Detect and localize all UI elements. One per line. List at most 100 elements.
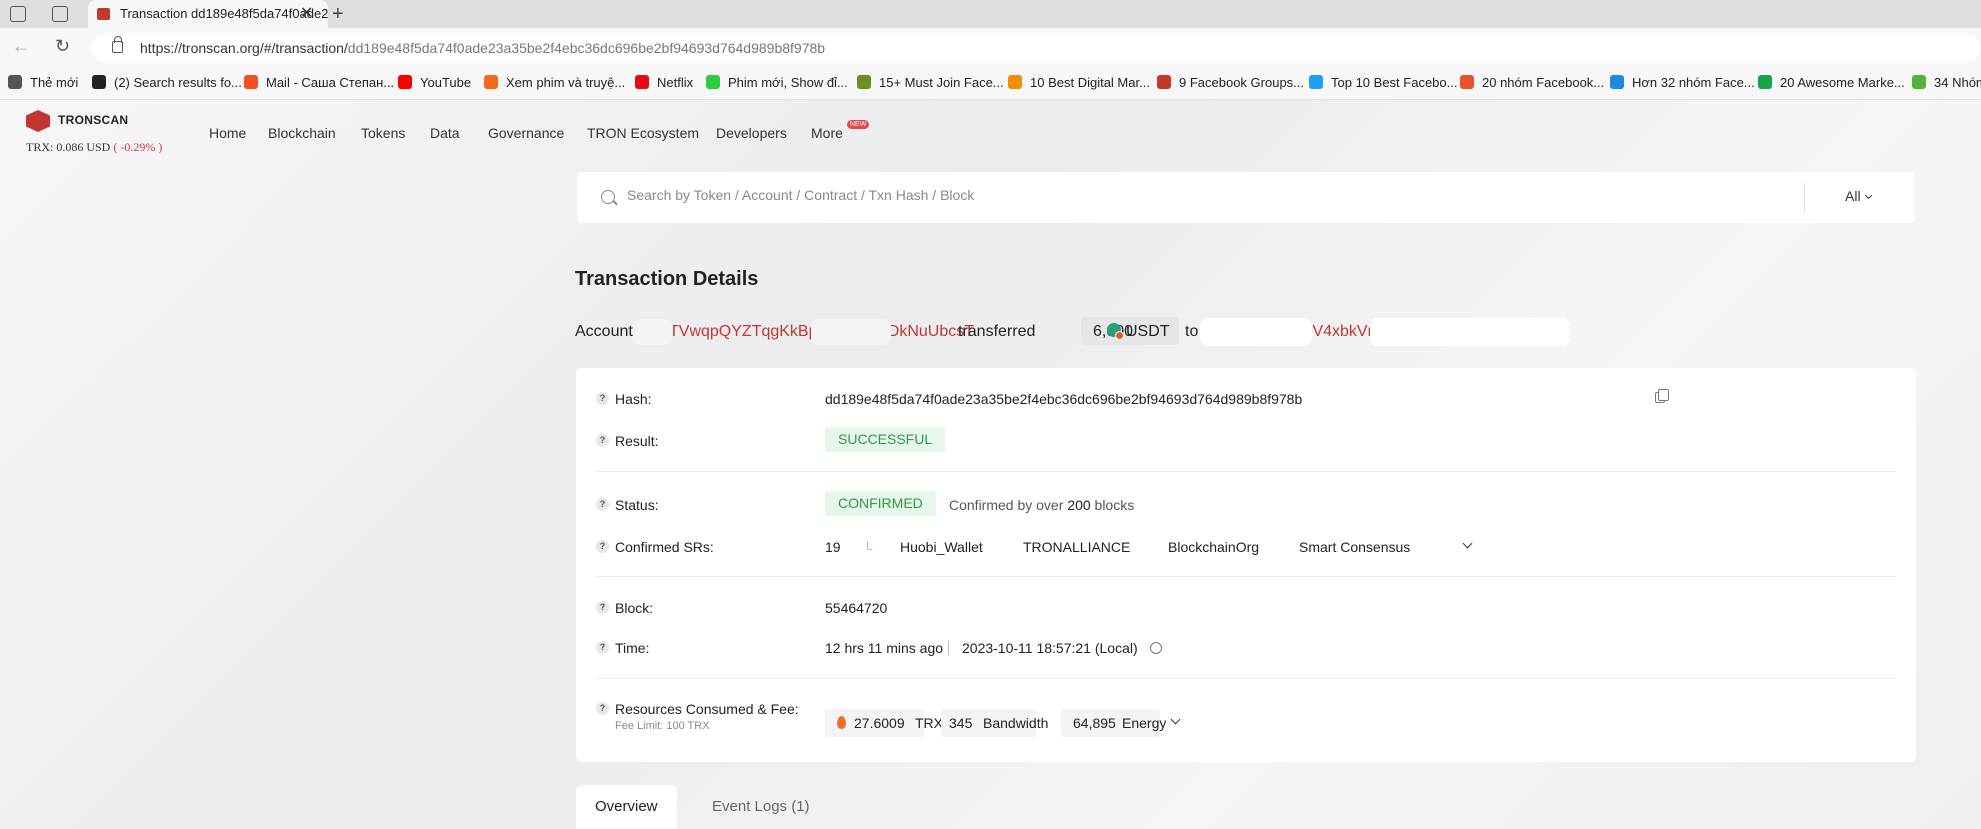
bookmark-item[interactable]: 15+ Must Join Face... (857, 75, 1004, 90)
energy-value: 64,895 (1073, 715, 1116, 731)
bookmark-item[interactable]: Mail - Саша Степан... (244, 75, 394, 90)
result-label: Result: (615, 433, 659, 449)
search-divider (1804, 182, 1805, 213)
bookmark-item[interactable]: 10 Best Digital Mar... (1008, 75, 1150, 90)
bookmark-favicon-icon (1460, 75, 1474, 89)
time-label: Time: (615, 640, 650, 656)
tab-overview[interactable]: Overview (576, 785, 677, 829)
time-local: 2023-10-11 18:57:21 (Local) (962, 640, 1138, 656)
bookmark-item[interactable]: Xem phim và truyệ... (484, 75, 625, 90)
sr-item[interactable]: TRONALLIANCE (1023, 539, 1130, 555)
browser-address-bar: ← ↻ https://tronscan.org/#/transaction/d… (0, 28, 1981, 68)
help-icon[interactable]: ? (596, 641, 609, 654)
chevron-down-icon[interactable] (1170, 714, 1181, 725)
nav-tokens[interactable]: Tokens (361, 125, 405, 141)
help-icon[interactable]: ? (596, 702, 609, 715)
tab-event-logs[interactable]: Event Logs (1) (693, 785, 829, 829)
bookmark-item[interactable]: 34 Nhóm (1912, 75, 1981, 90)
back-arrow-icon[interactable]: ← (12, 36, 30, 57)
bookmark-item[interactable]: Top 10 Best Facebo... (1309, 75, 1457, 90)
bandwidth-unit: Bandwidth (983, 715, 1049, 731)
new-badge: NEW (847, 120, 870, 129)
bookmark-label: 10 Best Digital Mar... (1030, 75, 1150, 90)
bookmark-label: Mail - Саша Степан... (266, 75, 395, 90)
tab-actions-icon[interactable] (52, 6, 68, 22)
trx-price: TRX: 0.086 USD ( -0.29% ) (26, 140, 163, 154)
bookmark-favicon-icon (1912, 75, 1926, 89)
close-tab-icon[interactable]: ✕ (300, 0, 313, 28)
status-row: ? Status: CONFIRMED Confirmed by over 20… (596, 491, 1896, 518)
amount-pill: 6,000 USDT (1081, 317, 1179, 345)
bookmark-item[interactable]: (2) Search results fo... (92, 75, 242, 90)
energy-pill: 64,895 Energy (1061, 709, 1166, 737)
search-icon (601, 190, 615, 204)
tronscan-favicon-icon (97, 8, 110, 20)
chevron-down-icon (1865, 191, 1873, 200)
help-icon[interactable]: ? (596, 392, 609, 405)
bookmark-item[interactable]: 20 nhóm Facebook... (1460, 75, 1604, 90)
bookmark-favicon-icon (1758, 75, 1772, 89)
nav-home[interactable]: Home (209, 125, 246, 141)
new-tab-icon[interactable]: + (332, 0, 344, 28)
redaction-mask (1200, 318, 1312, 346)
bookmark-label: 15+ Must Join Face... (879, 75, 1004, 90)
reload-icon[interactable]: ↻ (55, 36, 70, 57)
bookmark-item[interactable]: Phim mới, Show đỉ... (706, 75, 848, 90)
bookmark-favicon-icon (1610, 75, 1624, 89)
nav-developers[interactable]: Developers (716, 125, 787, 141)
divider (596, 576, 1896, 577)
bookmark-item[interactable]: YouTube (398, 75, 471, 90)
from-address-link[interactable]: TCVTVwqpQYZTqgKkBpaSutb21KDkNuUbcsT (637, 323, 974, 341)
bookmark-favicon-icon (857, 75, 871, 89)
bookmark-item[interactable]: Hơn 32 nhóm Face... (1610, 75, 1755, 90)
tronscan-page: TRONSCAN TRX: 0.086 USD ( -0.29% ) Home … (0, 100, 1981, 829)
transaction-details-card: ? Hash: dd189e48f5da74f0ade23a35be2f4ebc… (576, 368, 1916, 762)
summary-transferred-word: transferred (958, 323, 1036, 340)
tronscan-logo-icon[interactable] (26, 110, 50, 132)
lock-icon (112, 36, 123, 53)
bookmark-item[interactable]: 20 Awesome Marke... (1758, 75, 1905, 90)
bookmark-favicon-icon (244, 75, 258, 89)
sr-item[interactable]: BlockchainOrg (1168, 539, 1259, 555)
help-icon[interactable]: ? (596, 540, 609, 553)
redaction-mask (1370, 318, 1570, 346)
time-divider (948, 641, 949, 655)
bookmark-item[interactable]: Netflix (635, 75, 693, 90)
url-field[interactable]: https://tronscan.org/#/transaction/dd189… (92, 33, 1980, 63)
bandwidth-value: 345 (949, 715, 973, 731)
bookmark-label: Hơn 32 nhóm Face... (1632, 75, 1755, 90)
srs-count: 19 (825, 539, 841, 555)
bookmark-item[interactable]: Thẻ mới (8, 75, 78, 90)
bookmark-favicon-icon (1157, 75, 1171, 89)
search-bar: All (577, 172, 1914, 223)
transfer-token[interactable]: USDT (1126, 323, 1170, 341)
help-icon[interactable]: ? (596, 601, 609, 614)
copy-icon[interactable] (1655, 389, 1669, 403)
bookmark-favicon-icon (706, 75, 720, 89)
nav-more[interactable]: More (811, 125, 843, 141)
nav-data[interactable]: Data (430, 125, 460, 141)
workspaces-icon[interactable] (10, 6, 26, 22)
site-logo[interactable]: TRONSCAN (58, 113, 128, 127)
sr-item[interactable]: Huobi_Wallet (900, 539, 983, 555)
status-badge: CONFIRMED (825, 491, 936, 516)
browser-tab-title: Transaction dd189e48f5da74f0ade23a35be2f… (120, 6, 328, 21)
nav-governance[interactable]: Governance (488, 125, 564, 141)
chevron-down-icon[interactable] (1462, 538, 1473, 549)
help-icon[interactable]: ? (596, 498, 609, 511)
sr-item[interactable]: Smart Consensus (1299, 539, 1410, 555)
bookmark-favicon-icon (8, 75, 22, 89)
block-row: ? Block: 55464720 (596, 597, 1896, 621)
search-scope-select[interactable]: All (1845, 188, 1873, 204)
clock-icon[interactable] (1150, 642, 1162, 654)
nav-blockchain[interactable]: Blockchain (268, 125, 336, 141)
bookmark-favicon-icon (635, 75, 649, 89)
bookmark-favicon-icon (484, 75, 498, 89)
nav-tron-ecosystem[interactable]: TRON Ecosystem (587, 125, 699, 141)
time-row: ? Time: 12 hrs 11 mins ago 2023-10-11 18… (596, 637, 1896, 661)
search-input[interactable] (627, 187, 1827, 203)
browser-tab-active[interactable]: Transaction dd189e48f5da74f0ade23a35be2f… (88, 0, 328, 28)
bookmark-item[interactable]: 9 Facebook Groups... (1157, 75, 1304, 90)
block-value[interactable]: 55464720 (825, 600, 887, 616)
help-icon[interactable]: ? (596, 434, 609, 447)
